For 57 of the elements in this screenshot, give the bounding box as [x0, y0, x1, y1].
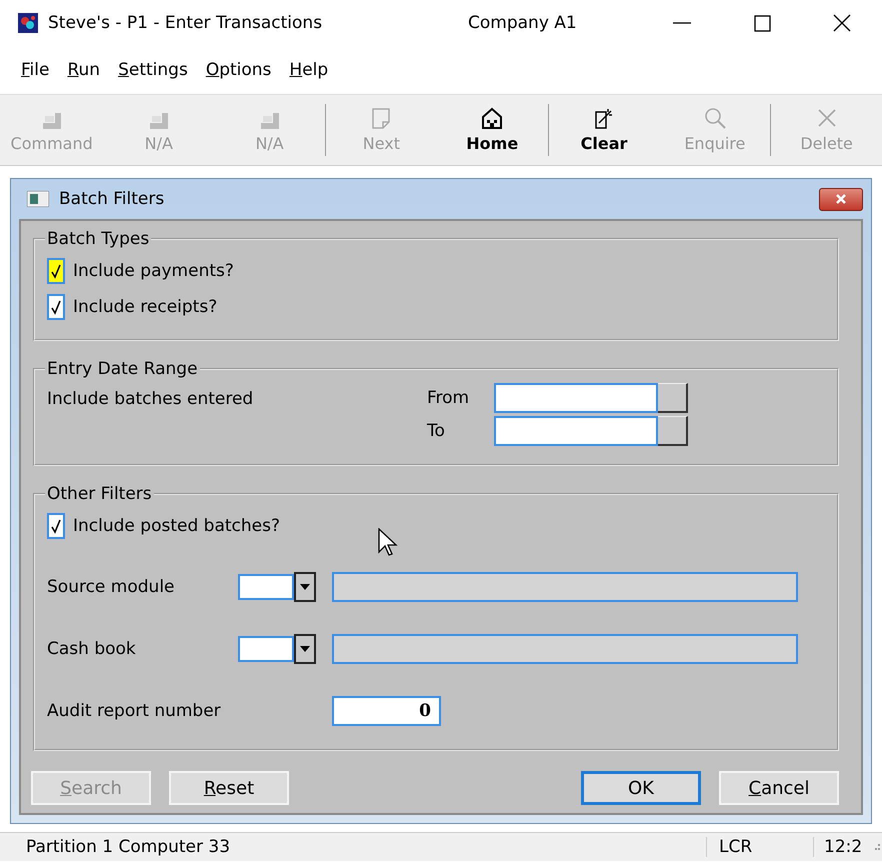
- check-icon: [50, 299, 62, 315]
- mouse-pointer-icon: [378, 528, 398, 556]
- dropdown-field[interactable]: [238, 634, 316, 664]
- menu-item[interactable]: Settings: [109, 60, 197, 80]
- toolbar-button[interactable]: Home: [436, 107, 548, 153]
- menu-item[interactable]: Help: [280, 60, 338, 80]
- window-title: Steve's - P1 - Enter Transactions: [48, 13, 324, 33]
- menu-item[interactable]: Run: [58, 60, 110, 80]
- field-label: Cash book: [47, 639, 137, 659]
- search-icon: [704, 107, 726, 129]
- minimize-icon: [673, 22, 691, 24]
- dropdown-arrow-icon: [300, 584, 310, 590]
- date-field[interactable]: [494, 416, 658, 446]
- check-icon: [50, 518, 62, 534]
- check-icon: [50, 263, 62, 279]
- close-icon: [833, 14, 851, 32]
- field-label: Audit report number: [47, 701, 222, 721]
- field-label: To: [427, 421, 446, 441]
- dialog-title: Batch Filters: [59, 189, 166, 209]
- lookup-button[interactable]: [658, 416, 688, 446]
- number-field[interactable]: 0: [332, 696, 441, 726]
- checkbox-label: Include payments?: [73, 261, 234, 281]
- dialog-icon: [27, 191, 49, 207]
- group-title: Entry Date Range: [46, 359, 199, 379]
- checkbox[interactable]: [47, 294, 65, 320]
- group-title: Other Filters: [46, 484, 153, 504]
- status-mode: LCR: [706, 837, 813, 857]
- close-icon: [816, 107, 838, 129]
- page-icon: [370, 107, 392, 129]
- app-logo-icon: [18, 13, 38, 33]
- dialog-button[interactable]: OK: [581, 771, 701, 805]
- status-message: Partition 1 Computer 33: [25, 837, 232, 857]
- checkbox[interactable]: [47, 258, 65, 284]
- checkbox-label: Include posted batches?: [73, 516, 280, 536]
- field-label: Include batches entered: [47, 388, 254, 409]
- menu-item[interactable]: Options: [196, 60, 280, 80]
- dialog-close-button[interactable]: [819, 188, 863, 210]
- date-field[interactable]: [494, 383, 658, 413]
- dropdown-field[interactable]: [238, 572, 316, 602]
- checkbox[interactable]: [47, 513, 65, 539]
- house-icon: [481, 107, 504, 129]
- group-title: Batch Types: [46, 229, 150, 249]
- status-time: 12:2: [813, 837, 872, 857]
- company-name: Company A1: [468, 13, 578, 33]
- maximize-icon: [754, 14, 770, 32]
- sparkle-page-icon: [593, 107, 615, 129]
- dropdown-arrow-icon: [300, 646, 310, 652]
- dialog-button[interactable]: Reset: [169, 771, 289, 805]
- field-label: Source module: [47, 577, 176, 597]
- resize-grip-icon: [872, 842, 882, 852]
- close-icon: [834, 192, 848, 206]
- dialog-button[interactable]: Cancel: [719, 771, 839, 805]
- menu-item[interactable]: File: [12, 60, 58, 80]
- toolbar-button[interactable]: Clear: [548, 107, 660, 153]
- lookup-button[interactable]: [658, 383, 688, 413]
- checkbox-label: Include receipts?: [73, 297, 218, 317]
- field-label: From: [427, 388, 470, 408]
